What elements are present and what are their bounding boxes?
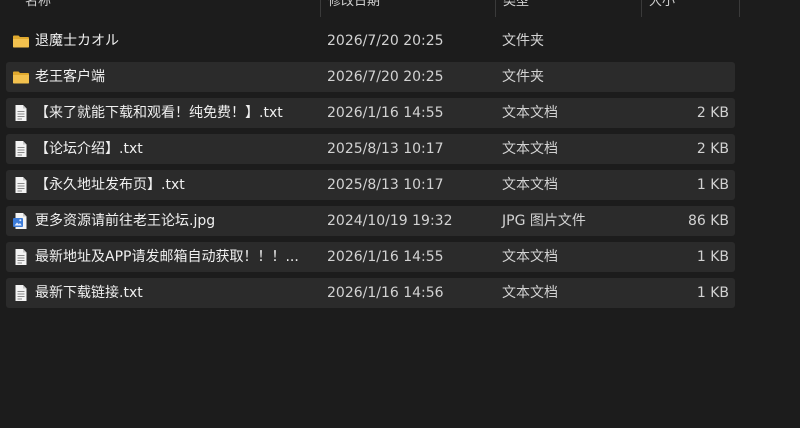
- file-type: 文件夹: [502, 33, 544, 49]
- file-size: 1 KB: [696, 249, 729, 265]
- column-divider[interactable]: [320, 0, 321, 17]
- file-row-folder[interactable]: 老王客户端 2026/7/20 20:25 文件夹: [6, 62, 735, 92]
- file-size: 1 KB: [696, 177, 729, 193]
- file-size: 1 KB: [696, 285, 729, 301]
- file-type: JPG 图片文件: [502, 213, 586, 229]
- file-date: 2024/10/19 19:32: [327, 213, 453, 229]
- file-date: 2026/1/16 14:55: [327, 249, 444, 265]
- column-divider[interactable]: [495, 0, 496, 17]
- text-file-icon: [15, 105, 27, 121]
- file-name: 更多资源请前往老王论坛.jpg: [35, 213, 216, 229]
- text-file-icon: [15, 249, 27, 265]
- file-date: 2026/7/20 20:25: [327, 69, 444, 85]
- file-name: 【来了就能下载和观看！纯免费！】.txt: [35, 105, 283, 121]
- file-row-text[interactable]: 最新下载链接.txt 2026/1/16 14:56 文本文档 1 KB: [6, 278, 735, 308]
- text-file-icon: [15, 141, 27, 157]
- text-file-icon: [15, 177, 27, 193]
- file-explorer-view: 名称 修改日期 类型 大小 退魔士カオル 2026/7/20 20:25 文件夹: [0, 0, 800, 428]
- file-date: 2026/1/16 14:56: [327, 285, 444, 301]
- column-header-type[interactable]: 类型: [503, 0, 529, 17]
- file-row-text[interactable]: 【永久地址发布页】.txt 2025/8/13 10:17 文本文档 1 KB: [6, 170, 735, 200]
- file-name: 老王客户端: [35, 69, 105, 85]
- image-file-icon: [13, 213, 27, 229]
- file-type: 文件夹: [502, 69, 544, 85]
- file-list: 退魔士カオル 2026/7/20 20:25 文件夹 老王客户端 2026/7/…: [6, 26, 735, 314]
- file-size: 2 KB: [696, 105, 729, 121]
- file-name: 【论坛介绍】.txt: [35, 141, 143, 157]
- folder-icon: [13, 71, 29, 84]
- file-name: 最新地址及APP请发邮箱自动获取！！！...: [35, 249, 299, 265]
- file-type: 文本文档: [502, 141, 558, 157]
- column-header-name[interactable]: 名称: [25, 0, 51, 17]
- file-row-text[interactable]: 【论坛介绍】.txt 2025/8/13 10:17 文本文档 2 KB: [6, 134, 735, 164]
- file-date: 2026/7/20 20:25: [327, 33, 444, 49]
- file-date: 2025/8/13 10:17: [327, 177, 444, 193]
- file-type: 文本文档: [502, 177, 558, 193]
- column-divider[interactable]: [641, 0, 642, 17]
- file-row-text[interactable]: 【来了就能下载和观看！纯免费！】.txt 2026/1/16 14:55 文本文…: [6, 98, 735, 128]
- file-name: 【永久地址发布页】.txt: [35, 177, 185, 193]
- column-header-size[interactable]: 大小: [649, 0, 675, 17]
- file-name: 最新下载链接.txt: [35, 285, 143, 301]
- folder-icon: [13, 35, 29, 48]
- file-type: 文本文档: [502, 285, 558, 301]
- file-date: 2026/1/16 14:55: [327, 105, 444, 121]
- column-header: 名称 修改日期 类型 大小: [0, 0, 800, 17]
- file-row-folder[interactable]: 退魔士カオル 2026/7/20 20:25 文件夹: [6, 26, 735, 56]
- file-date: 2025/8/13 10:17: [327, 141, 444, 157]
- column-header-date[interactable]: 修改日期: [328, 0, 380, 17]
- text-file-icon: [15, 285, 27, 301]
- file-type: 文本文档: [502, 249, 558, 265]
- file-row-image[interactable]: 更多资源请前往老王论坛.jpg 2024/10/19 19:32 JPG 图片文…: [6, 206, 735, 236]
- file-row-text[interactable]: 最新地址及APP请发邮箱自动获取！！！... 2026/1/16 14:55 文…: [6, 242, 735, 272]
- file-name: 退魔士カオル: [35, 33, 119, 49]
- file-size: 86 KB: [687, 213, 729, 229]
- column-divider[interactable]: [739, 0, 740, 17]
- file-size: 2 KB: [696, 141, 729, 157]
- file-type: 文本文档: [502, 105, 558, 121]
